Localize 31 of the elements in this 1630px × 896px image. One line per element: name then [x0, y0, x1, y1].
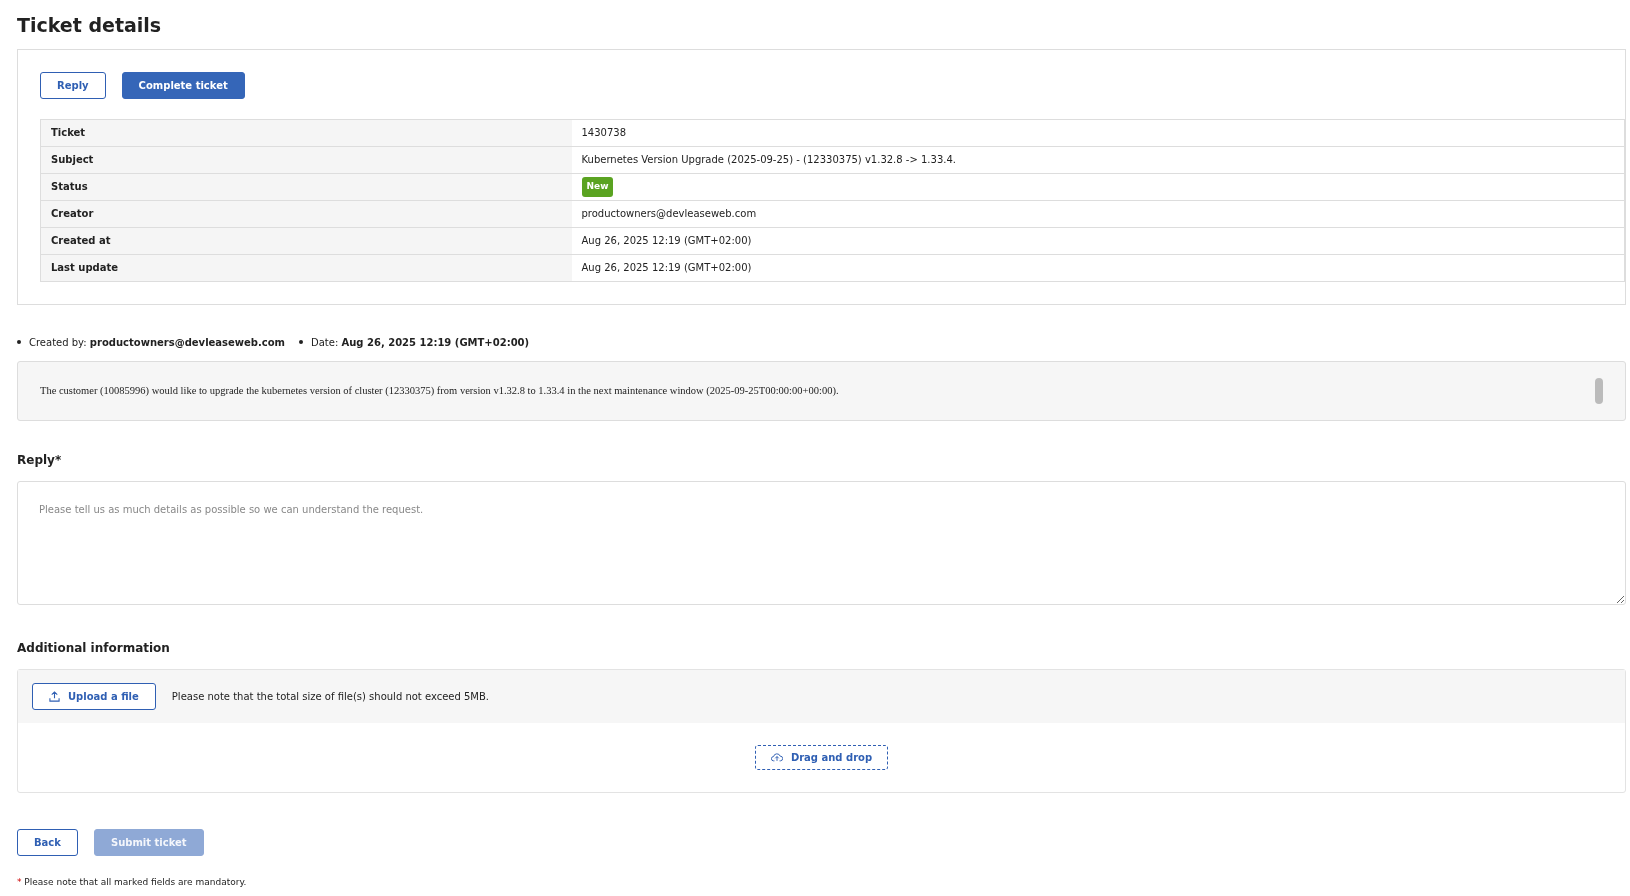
upload-icon [49, 690, 60, 702]
message-text: The customer (10085996) would like to upgrade the kubernetes version of cluster (12330375) from version v1.32.8 to 1.33.4 in the next maintenance window (2025-09-25T00:00:00+00:00). [40, 383, 839, 398]
field-label: Ticket [40, 119, 572, 147]
upload-button[interactable]: Upload a file [32, 682, 156, 710]
reply-label: Reply* [17, 451, 63, 469]
field-value: productowners@devleaseweb.com [571, 200, 1625, 228]
back-button[interactable]: Back [17, 828, 78, 856]
field-label: Last update [40, 254, 572, 282]
field-label: Subject [40, 146, 572, 174]
page-title: Ticket details [17, 14, 163, 37]
field-label: Creator [40, 200, 572, 228]
scrollbar-thumb [1595, 377, 1603, 404]
cloud-upload-icon [770, 752, 783, 763]
field-value: Kubernetes Version Upgrade (2025-09-25) - (12330375) v1.32.8 -> 1.33.4. [571, 146, 1625, 174]
section-title: Additional information [17, 639, 171, 657]
reply-button[interactable]: Reply [40, 71, 106, 99]
complete-ticket-button[interactable]: Complete ticket [121, 71, 245, 99]
bullet-icon [17, 340, 21, 345]
field-value: 1430738 [571, 119, 1625, 147]
reply-field[interactable]: Please tell us as much details as possible so we can understand the request. [17, 480, 1626, 605]
footnote: * Please note that all marked fields are mandatory. [17, 875, 248, 889]
meta-item: Date: Aug 26, 2025 12:19 (GMT+02:00) [311, 335, 530, 350]
upload-note: Please note that the total size of file(s) should not exceed 5MB. [171, 689, 490, 704]
field-label: Status [40, 173, 572, 201]
meta-item: Created by: productowners@devleaseweb.com [29, 335, 286, 350]
field-value: Aug 26, 2025 12:19 (GMT+02:00) [571, 254, 1625, 282]
bullet-icon [299, 340, 304, 345]
status-badge: New [581, 177, 614, 197]
field-value: Aug 26, 2025 12:19 (GMT+02:00) [571, 227, 1625, 255]
field-label: Created at [40, 227, 572, 255]
drag-and-drop-button[interactable]: Drag and drop [754, 744, 889, 770]
